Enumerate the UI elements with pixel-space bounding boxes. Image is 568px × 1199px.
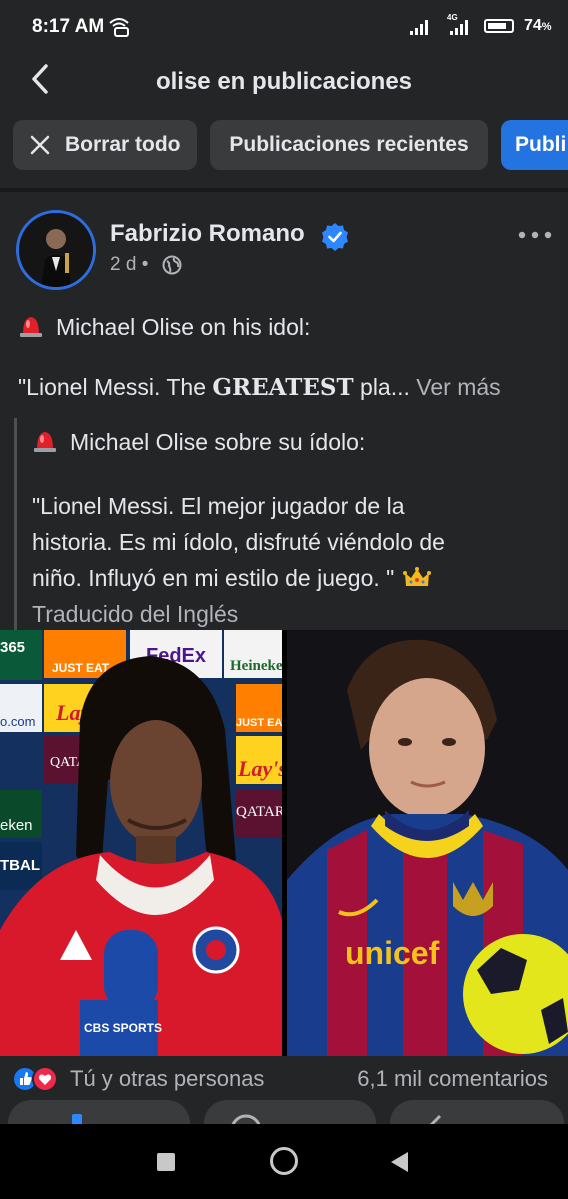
recent-apps-button[interactable]	[156, 1152, 176, 1172]
post-media[interactable]: 365 JUST EAT FedEx Heineken o.com Lay's …	[0, 630, 568, 1056]
back-nav-button[interactable]	[388, 1150, 410, 1174]
post-text-line-1: Michael Olise on his idol:	[18, 312, 310, 341]
shirt-sponsor: unicef	[345, 935, 440, 971]
system-navigation-bar	[0, 1124, 568, 1199]
battery-icon	[484, 19, 514, 33]
section-divider	[0, 188, 568, 192]
posts-chip[interactable]: Publi	[501, 120, 568, 170]
photo-olise[interactable]: 365 JUST EAT FedEx Heineken o.com Lay's …	[0, 630, 282, 1056]
comment-button[interactable]	[204, 1100, 376, 1126]
reactions-who: Tú y otras personas	[70, 1066, 265, 1091]
ad-board-text: JUST EAT	[52, 661, 110, 675]
translated-text: Michael Olise sobre su ídolo: "Lionel Me…	[32, 424, 552, 632]
siren-icon	[20, 317, 42, 337]
ad-board-text: o.com	[0, 714, 35, 729]
signal-1-icon	[410, 19, 432, 40]
recent-posts-chip[interactable]: Publicaciones recientes	[210, 120, 488, 170]
crown-icon	[402, 567, 431, 586]
translated-quote-3: niño. Influyó en mi estilo de juego. "	[32, 560, 552, 596]
post-meta: 2 d •	[110, 254, 148, 276]
battery-level: 74%	[524, 17, 552, 34]
author-avatar[interactable]	[16, 210, 96, 290]
translation-source[interactable]: Traducido del Inglés	[32, 596, 552, 632]
filter-chips: Borrar todo Publicaciones recientes Publ…	[0, 118, 568, 174]
wifi-calling-icon	[108, 17, 130, 42]
close-icon	[30, 135, 50, 155]
globe-icon	[162, 255, 182, 275]
translated-quote-2: historia. Es mi ídolo, disfruté viéndolo…	[32, 529, 445, 555]
photo-messi[interactable]: unicef	[287, 630, 568, 1056]
search-header: olise en publicaciones	[0, 52, 568, 108]
ad-board-text: QATAR AIRWAYS	[236, 804, 282, 820]
clear-all-label: Borrar todo	[65, 133, 181, 156]
translation-quote-bar	[14, 418, 17, 630]
ad-board-text: Heineken	[230, 658, 282, 674]
clear-all-chip[interactable]: Borrar todo	[13, 120, 197, 170]
status-time: 8:17 AM	[32, 16, 105, 37]
ad-board-text: TBAL	[0, 857, 40, 874]
author-name[interactable]: Fabrizio Romano	[110, 220, 305, 248]
share-button[interactable]	[390, 1100, 564, 1126]
like-button[interactable]	[8, 1100, 190, 1126]
status-bar: 8:17 AM 4G 74%	[0, 0, 568, 52]
ad-board-text: eken	[0, 817, 33, 834]
verified-badge-icon	[322, 223, 348, 251]
ad-board-text: 365	[0, 639, 25, 656]
reactions-summary[interactable]: Tú y otras personas 6,1 mil comentarios	[12, 1064, 560, 1094]
search-query-title: olise en publicaciones	[155, 68, 413, 95]
action-bar	[0, 1100, 568, 1126]
ad-board-text: JUST EAT	[236, 717, 282, 729]
signal-2-icon	[448, 19, 474, 40]
more-options-icon[interactable]	[515, 228, 555, 242]
see-more-link[interactable]: Ver más	[416, 374, 500, 400]
comments-count[interactable]: 6,1 mil comentarios	[357, 1066, 548, 1092]
reaction-icons	[12, 1066, 58, 1092]
translated-quote-1: "Lionel Messi. El mejor jugador de la	[32, 493, 405, 519]
post-time: 2 d	[110, 254, 137, 275]
post-text-line-2: "Lionel Messi. The GREATEST pla... Ver m…	[18, 374, 501, 401]
ad-board-text: Lay's	[237, 756, 282, 781]
siren-icon	[34, 432, 56, 452]
meta-separator: •	[141, 254, 149, 275]
home-button[interactable]	[270, 1147, 298, 1175]
mic-label: CBS SPORTS	[84, 1021, 162, 1035]
